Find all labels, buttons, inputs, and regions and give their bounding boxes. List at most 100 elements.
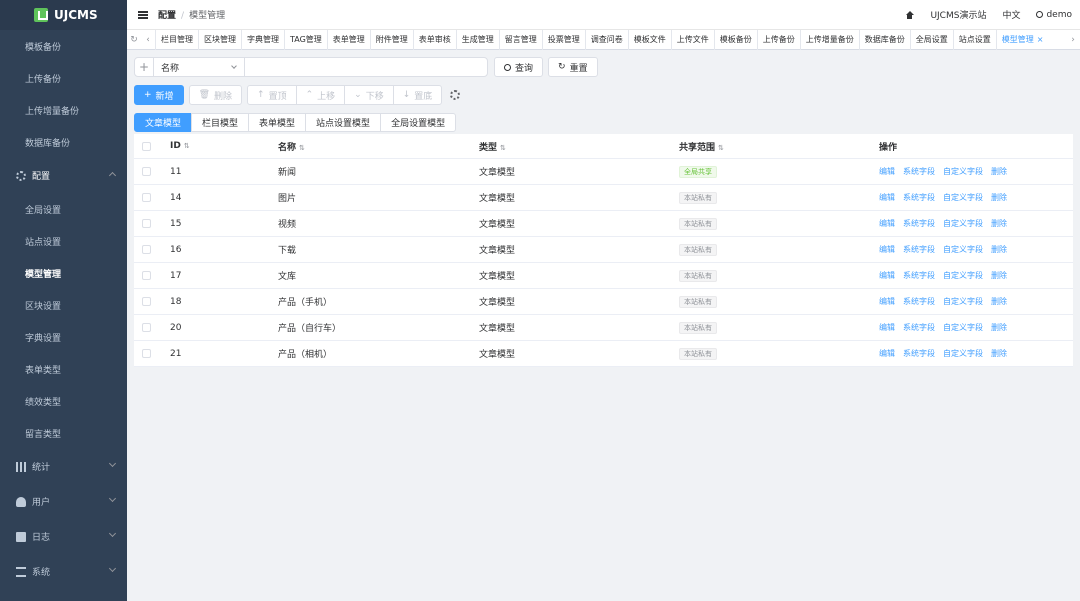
chevron-left-icon[interactable]: ‹ (141, 35, 155, 45)
header-type[interactable]: 类型 ⇅ (479, 140, 679, 153)
edit-link[interactable]: 编辑 (879, 193, 895, 202)
tab[interactable]: 上传备份 (756, 29, 800, 50)
tab[interactable]: 留言管理 (498, 29, 542, 50)
sidebar-item[interactable]: 全局设置 (0, 193, 127, 225)
menu-group[interactable]: 统计 (0, 449, 127, 484)
edit-link[interactable]: 编辑 (879, 167, 895, 176)
delete-link[interactable]: 删除 (991, 245, 1007, 254)
add-filter-icon[interactable]: + (134, 57, 154, 77)
move-down-button[interactable]: ⌄ 下移 (344, 85, 394, 105)
row-checkbox[interactable] (142, 271, 151, 280)
refresh-icon[interactable]: ↻ (127, 35, 141, 45)
column-settings-icon[interactable] (450, 90, 461, 100)
sidebar-item[interactable]: 留言类型 (0, 417, 127, 449)
edit-link[interactable]: 编辑 (879, 271, 895, 280)
reset-button[interactable]: ↻ 重置 (548, 57, 598, 77)
tab[interactable]: TAG管理 (284, 29, 327, 50)
edit-link[interactable]: 编辑 (879, 297, 895, 306)
model-type-tab[interactable]: 文章模型 (134, 113, 193, 132)
model-type-tab[interactable]: 表单模型 (248, 113, 307, 132)
tab[interactable]: 上传文件 (670, 29, 714, 50)
delete-link[interactable]: 删除 (991, 271, 1007, 280)
tab[interactable]: 模板文件 (627, 29, 671, 50)
sidebar-item[interactable]: 上传增量备份 (0, 94, 127, 126)
system-fields-link[interactable]: 系统字段 (903, 323, 935, 332)
language-switch[interactable]: 中文 (1002, 8, 1020, 21)
tab[interactable]: 站点设置 (952, 29, 996, 50)
chevron-right-icon[interactable]: › (1066, 35, 1080, 45)
close-icon[interactable]: × (1037, 35, 1044, 44)
tab[interactable]: 栏目管理 (155, 29, 198, 50)
tab[interactable]: 数据库备份 (858, 29, 910, 50)
sidebar-item[interactable]: 字典设置 (0, 321, 127, 353)
menu-group-config[interactable]: 配置 (0, 158, 127, 193)
delete-link[interactable]: 删除 (991, 323, 1007, 332)
edit-link[interactable]: 编辑 (879, 349, 895, 358)
tab[interactable]: 附件管理 (369, 29, 413, 50)
user-menu[interactable]: demo (1036, 10, 1072, 20)
system-fields-link[interactable]: 系统字段 (903, 271, 935, 280)
edit-link[interactable]: 编辑 (879, 245, 895, 254)
menu-group[interactable]: 系统 (0, 554, 127, 589)
tab[interactable]: 区块管理 (198, 29, 241, 50)
system-fields-link[interactable]: 系统字段 (903, 349, 935, 358)
sidebar-item[interactable]: 模型管理 (0, 257, 127, 289)
tab[interactable]: 调查问卷 (584, 29, 628, 50)
model-type-tab[interactable]: 全局设置模型 (380, 113, 457, 132)
model-type-tab[interactable]: 站点设置模型 (305, 113, 382, 132)
custom-fields-link[interactable]: 自定义字段 (943, 297, 983, 306)
sidebar-item[interactable]: 模板备份 (0, 30, 127, 62)
sidebar-item[interactable]: 上传备份 (0, 62, 127, 94)
delete-link[interactable]: 删除 (991, 193, 1007, 202)
custom-fields-link[interactable]: 自定义字段 (943, 245, 983, 254)
site-name[interactable]: UJCMS演示站 (930, 8, 986, 21)
edit-link[interactable]: 编辑 (879, 323, 895, 332)
delete-link[interactable]: 删除 (991, 297, 1007, 306)
row-checkbox[interactable] (142, 219, 151, 228)
row-checkbox[interactable] (142, 167, 151, 176)
app-logo[interactable]: UJCMS (0, 0, 127, 30)
hamburger-icon[interactable] (138, 10, 148, 19)
row-checkbox[interactable] (142, 323, 151, 332)
system-fields-link[interactable]: 系统字段 (903, 219, 935, 228)
search-field-select[interactable]: 名称 (154, 57, 245, 77)
add-button[interactable]: + 新增 (134, 85, 184, 105)
sidebar-item[interactable]: 绩效类型 (0, 385, 127, 417)
custom-fields-link[interactable]: 自定义字段 (943, 271, 983, 280)
custom-fields-link[interactable]: 自定义字段 (943, 193, 983, 202)
sidebar-item[interactable]: 区块设置 (0, 289, 127, 321)
home-icon[interactable] (905, 10, 915, 19)
tab[interactable]: 生成管理 (455, 29, 499, 50)
breadcrumb-parent[interactable]: 配置 (158, 11, 176, 21)
tab[interactable]: 模型管理 × (995, 29, 1049, 50)
menu-group[interactable]: 日志 (0, 519, 127, 554)
delete-link[interactable]: 删除 (991, 349, 1007, 358)
tab[interactable]: 表单审核 (412, 29, 456, 50)
custom-fields-link[interactable]: 自定义字段 (943, 323, 983, 332)
tab[interactable]: 表单管理 (326, 29, 370, 50)
move-top-button[interactable]: ↑ 置顶 (247, 85, 297, 105)
header-id[interactable]: ID ⇅ (170, 141, 278, 151)
query-button[interactable]: 查询 (494, 57, 544, 77)
row-checkbox[interactable] (142, 245, 151, 254)
system-fields-link[interactable]: 系统字段 (903, 193, 935, 202)
custom-fields-link[interactable]: 自定义字段 (943, 349, 983, 358)
header-name[interactable]: 名称 ⇅ (278, 140, 479, 153)
tab[interactable]: 上传增量备份 (799, 29, 859, 50)
sidebar-item[interactable]: 表单类型 (0, 353, 127, 385)
move-bottom-button[interactable]: ↓ 置底 (392, 85, 443, 105)
custom-fields-link[interactable]: 自定义字段 (943, 167, 983, 176)
tab[interactable]: 投票管理 (541, 29, 585, 50)
tab[interactable]: 全局设置 (909, 29, 953, 50)
system-fields-link[interactable]: 系统字段 (903, 245, 935, 254)
row-checkbox[interactable] (142, 349, 151, 358)
delete-button[interactable]: 🗑 删除 (188, 85, 243, 105)
tab[interactable]: 模板备份 (713, 29, 757, 50)
menu-group[interactable]: 用户 (0, 484, 127, 519)
custom-fields-link[interactable]: 自定义字段 (943, 219, 983, 228)
edit-link[interactable]: 编辑 (879, 219, 895, 228)
move-up-button[interactable]: ⌃ 上移 (295, 85, 346, 105)
row-checkbox[interactable] (142, 193, 151, 202)
model-type-tab[interactable]: 栏目模型 (191, 113, 250, 132)
sidebar-item[interactable]: 数据库备份 (0, 126, 127, 158)
